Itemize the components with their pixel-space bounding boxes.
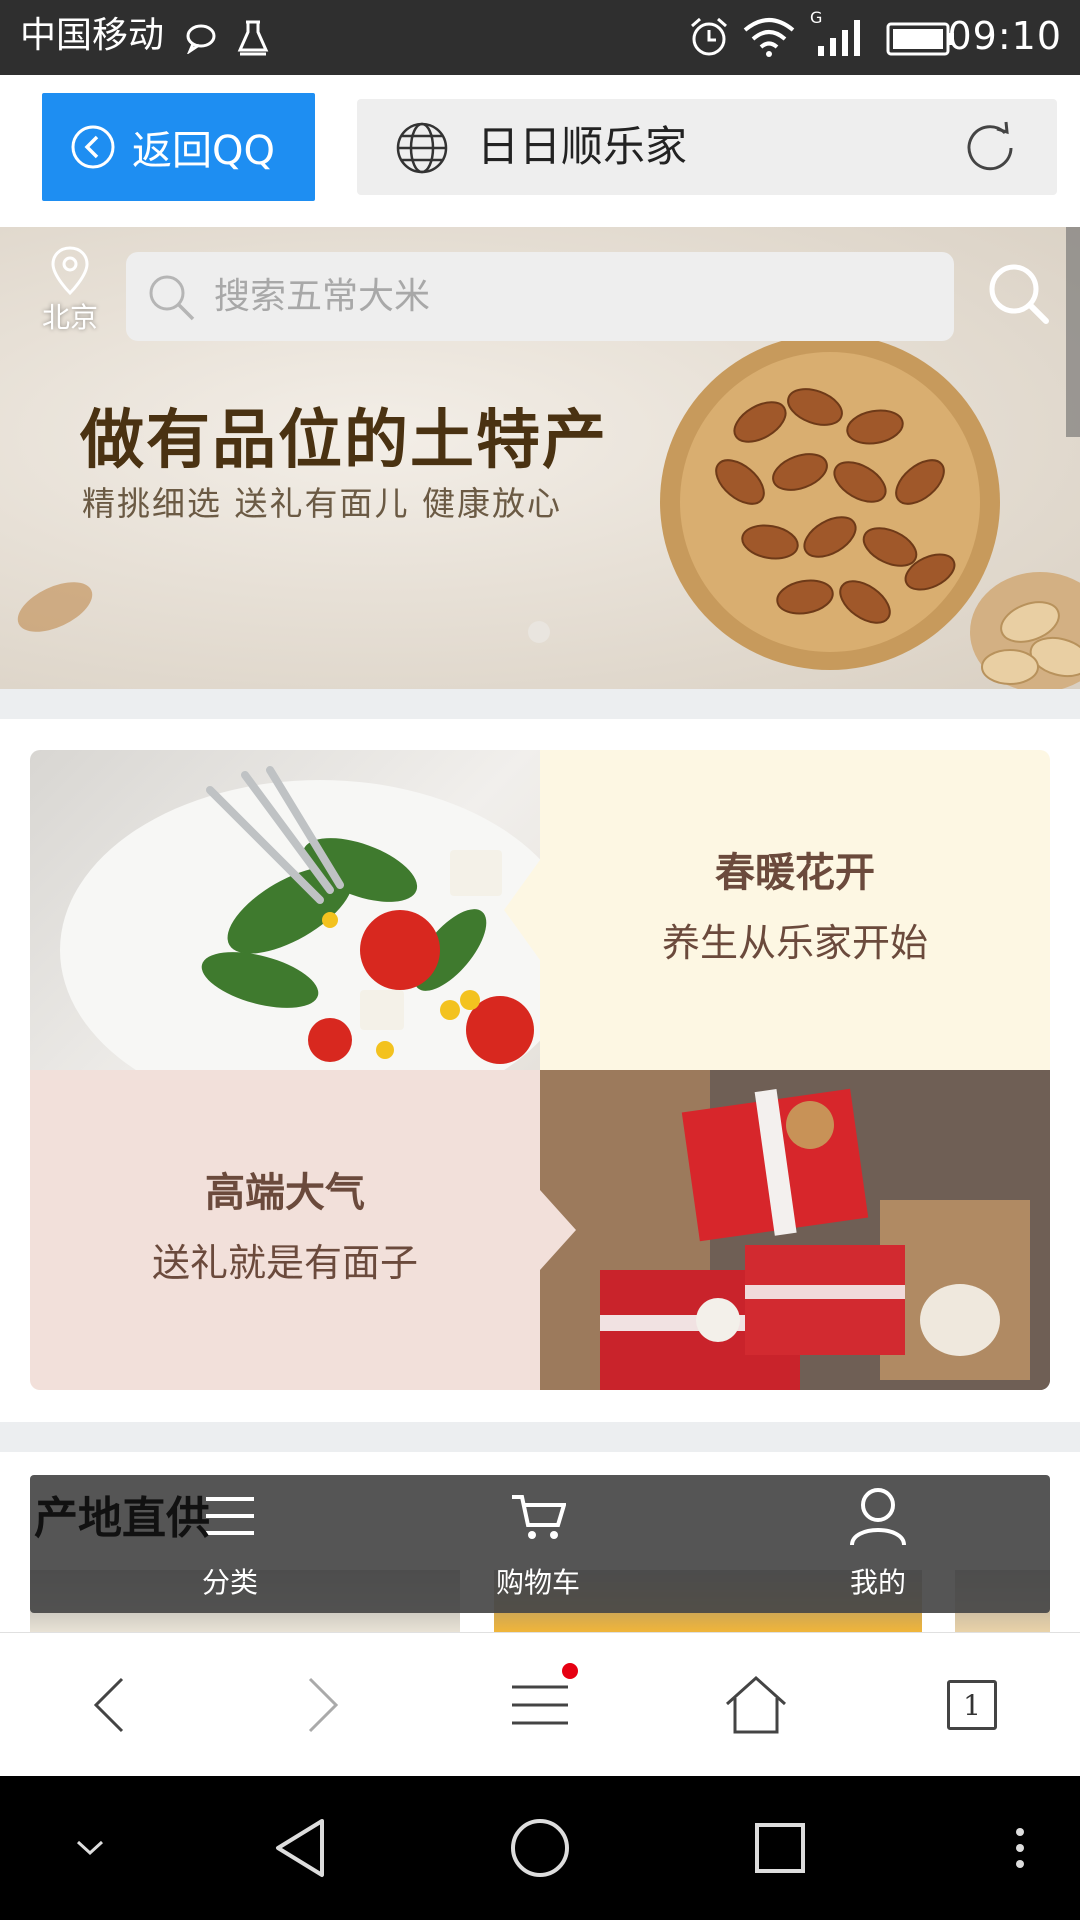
promo-spring-headline: 春暖花开 xyxy=(715,850,875,896)
browser-forward-button[interactable] xyxy=(216,1633,432,1777)
notification-icon xyxy=(236,18,270,58)
search-input[interactable] xyxy=(214,268,914,324)
browser-menu-button[interactable] xyxy=(432,1633,648,1777)
promo-gift-headline: 高端大气 xyxy=(205,1170,365,1216)
pointer-arrow xyxy=(504,860,540,960)
carrier-name: 中国移动 xyxy=(20,15,165,56)
tab-cart-label: 购物车 xyxy=(495,1566,580,1599)
nav-home-button[interactable] xyxy=(490,1776,590,1920)
back-circle-icon xyxy=(70,124,116,170)
menu-icon xyxy=(202,1493,258,1539)
alarm-icon xyxy=(688,16,730,58)
browser-top-bar: 返回QQ 日日顺乐家 xyxy=(0,75,1080,227)
site-title: 日日顺乐家 xyxy=(477,122,688,171)
promo-grid: 春暖花开 养生从乐家开始 高端大气 送礼就是有面子 xyxy=(30,750,1050,1390)
location-selector[interactable]: 北京 xyxy=(30,245,110,335)
message-icon xyxy=(185,22,219,54)
location-pin-icon xyxy=(30,245,110,297)
promo-spring-subtext: 养生从乐家开始 xyxy=(661,921,928,965)
globe-icon xyxy=(395,121,449,175)
tab-mine-label: 我的 xyxy=(849,1566,906,1599)
search-box[interactable] xyxy=(126,252,954,341)
cart-icon xyxy=(510,1491,566,1543)
nav-back-button[interactable] xyxy=(250,1776,350,1920)
section-divider xyxy=(0,689,1080,719)
origin-direct-section: 分类 购物车 我的 产地直供 xyxy=(0,1452,1080,1632)
browser-tabs-button[interactable]: 1 xyxy=(864,1633,1080,1777)
scattered-almonds xyxy=(17,582,93,632)
status-bar: 中国移动 G 09:10 xyxy=(0,0,1080,75)
notification-dot xyxy=(562,1663,578,1679)
signal-icon xyxy=(816,18,866,58)
browser-home-button[interactable] xyxy=(648,1633,864,1777)
user-icon xyxy=(848,1485,908,1549)
back-to-qq-label: 返回QQ xyxy=(132,128,275,174)
salad-image[interactable] xyxy=(30,750,540,1070)
more-vertical-icon xyxy=(1014,1826,1026,1870)
hero-banner[interactable]: 北京 做有品位的土特产 精挑细选 送礼有面儿 健康放心 xyxy=(0,227,1080,689)
banner-title: 做有品位的土特产 xyxy=(80,403,608,478)
triangle-back-icon xyxy=(272,1817,328,1879)
chevron-right-icon xyxy=(304,1675,344,1735)
gift-boxes-image[interactable] xyxy=(540,1070,1050,1390)
search-field-icon xyxy=(146,272,198,324)
nav-recents-button[interactable] xyxy=(730,1776,830,1920)
tab-cart[interactable]: 购物车 xyxy=(438,1475,638,1613)
location-label: 北京 xyxy=(41,301,98,334)
browser-toolbar: 1 xyxy=(0,1632,1080,1776)
hide-nav-button[interactable] xyxy=(50,1776,130,1920)
hamburger-menu-icon xyxy=(510,1663,578,1733)
refresh-icon[interactable] xyxy=(961,119,1019,177)
wifi-icon xyxy=(742,16,796,58)
home-icon xyxy=(723,1674,789,1736)
nav-more-button[interactable] xyxy=(990,1776,1050,1920)
almond-basket-image xyxy=(660,334,1080,689)
tab-category-label: 分类 xyxy=(201,1566,258,1599)
promo-gift-subtext: 送礼就是有面子 xyxy=(151,1241,418,1285)
android-navigation-bar xyxy=(0,1776,1080,1920)
section-divider xyxy=(0,1422,1080,1452)
square-recents-icon xyxy=(753,1821,807,1875)
browser-back-button[interactable] xyxy=(0,1633,216,1777)
pointer-arrow xyxy=(540,1190,576,1270)
address-bar[interactable]: 日日顺乐家 xyxy=(357,99,1057,195)
carousel-indicator-dot[interactable] xyxy=(528,621,550,643)
page-scroll-indicator xyxy=(1066,227,1080,437)
banner-subtitle: 精挑细选 送礼有面儿 健康放心 xyxy=(82,484,562,523)
back-to-qq-button[interactable]: 返回QQ xyxy=(42,93,315,201)
circle-home-icon xyxy=(509,1817,571,1879)
clock: 09:10 xyxy=(947,14,1062,58)
tab-mine[interactable]: 我的 xyxy=(778,1475,978,1613)
search-button-icon[interactable] xyxy=(986,261,1052,327)
promo-spring-card[interactable]: 春暖花开 养生从乐家开始 xyxy=(540,750,1050,1070)
battery-icon xyxy=(886,20,956,58)
chevron-down-icon xyxy=(75,1838,105,1858)
chevron-left-icon xyxy=(88,1675,128,1735)
section-title: 产地直供 xyxy=(34,1493,210,1544)
promo-gift-card[interactable]: 高端大气 送礼就是有面子 xyxy=(30,1070,540,1390)
tab-count: 1 xyxy=(947,1680,997,1730)
